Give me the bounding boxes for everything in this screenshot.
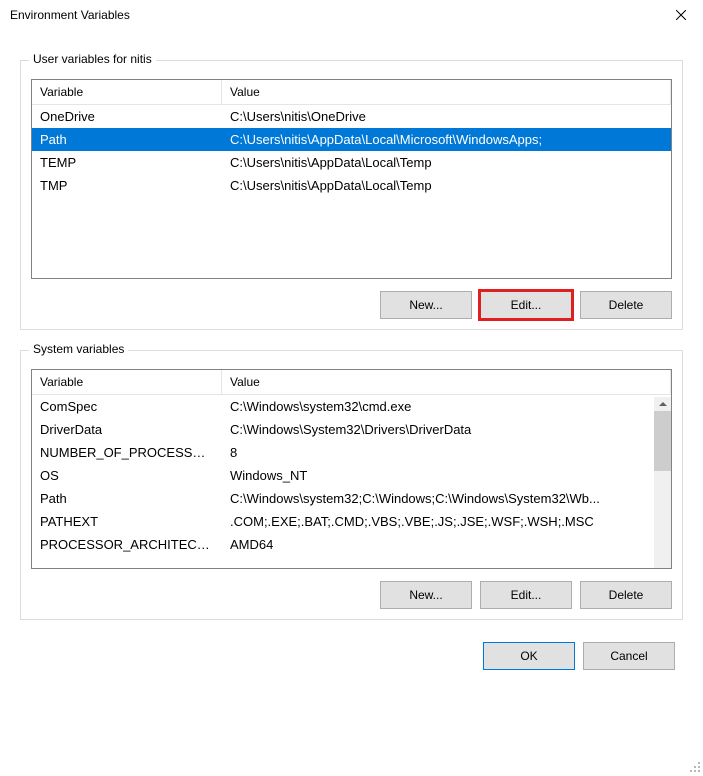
scrollbar[interactable] — [654, 397, 671, 568]
table-row[interactable]: OS Windows_NT — [32, 464, 671, 487]
cell-variable: OneDrive — [32, 108, 222, 125]
cell-value: C:\Users\nitis\AppData\Local\Temp — [222, 177, 671, 194]
cell-value: C:\Windows\system32\cmd.exe — [222, 398, 671, 415]
column-header-value[interactable]: Value — [222, 80, 671, 104]
cell-variable: NUMBER_OF_PROCESSORS — [32, 444, 222, 461]
cancel-button[interactable]: Cancel — [583, 642, 675, 670]
cell-value: Windows_NT — [222, 467, 671, 484]
system-variables-list[interactable]: Variable Value ComSpec C:\Windows\system… — [31, 369, 672, 569]
system-variables-group: System variables Variable Value ComSpec … — [20, 350, 683, 620]
cell-value: C:\Users\nitis\AppData\Local\Microsoft\W… — [222, 131, 671, 148]
column-header-value[interactable]: Value — [222, 370, 671, 394]
list-header: Variable Value — [32, 80, 671, 105]
cell-value: C:\Windows\system32;C:\Windows;C:\Window… — [222, 490, 671, 507]
cell-variable: DriverData — [32, 421, 222, 438]
cell-variable: TMP — [32, 177, 222, 194]
scroll-thumb[interactable] — [654, 411, 671, 471]
table-row[interactable]: PROCESSOR_ARCHITECTU... AMD64 — [32, 533, 671, 556]
user-variables-label: User variables for nitis — [29, 52, 156, 66]
cell-variable: PROCESSOR_ARCHITECTU... — [32, 536, 222, 553]
ok-button[interactable]: OK — [483, 642, 575, 670]
column-header-variable[interactable]: Variable — [32, 370, 222, 394]
cell-value: AMD64 — [222, 536, 671, 553]
table-row[interactable]: Path C:\Users\nitis\AppData\Local\Micros… — [32, 128, 671, 151]
system-delete-button[interactable]: Delete — [580, 581, 672, 609]
cell-value: 8 — [222, 444, 671, 461]
cell-variable: ComSpec — [32, 398, 222, 415]
table-row[interactable]: TMP C:\Users\nitis\AppData\Local\Temp — [32, 174, 671, 197]
cell-variable: Path — [32, 490, 222, 507]
user-edit-button[interactable]: Edit... — [480, 291, 572, 319]
table-row[interactable]: TEMP C:\Users\nitis\AppData\Local\Temp — [32, 151, 671, 174]
system-edit-button[interactable]: Edit... — [480, 581, 572, 609]
table-row[interactable]: OneDrive C:\Users\nitis\OneDrive — [32, 105, 671, 128]
table-row[interactable]: DriverData C:\Windows\System32\Drivers\D… — [32, 418, 671, 441]
system-variables-label: System variables — [29, 342, 128, 356]
table-row[interactable]: Path C:\Windows\system32;C:\Windows;C:\W… — [32, 487, 671, 510]
table-row[interactable]: PATHEXT .COM;.EXE;.BAT;.CMD;.VBS;.VBE;.J… — [32, 510, 671, 533]
system-new-button[interactable]: New... — [380, 581, 472, 609]
close-icon — [676, 10, 686, 20]
resize-grip-icon[interactable] — [687, 759, 701, 773]
cell-variable: PATHEXT — [32, 513, 222, 530]
cell-value: .COM;.EXE;.BAT;.CMD;.VBS;.VBE;.JS;.JSE;.… — [222, 513, 671, 530]
list-header: Variable Value — [32, 370, 671, 395]
close-button[interactable] — [658, 0, 703, 30]
titlebar: Environment Variables — [0, 0, 703, 30]
table-row[interactable]: NUMBER_OF_PROCESSORS 8 — [32, 441, 671, 464]
cell-variable: Path — [32, 131, 222, 148]
cell-value: C:\Users\nitis\AppData\Local\Temp — [222, 154, 671, 171]
user-variables-list[interactable]: Variable Value OneDrive C:\Users\nitis\O… — [31, 79, 672, 279]
scroll-up-icon[interactable] — [654, 397, 671, 411]
cell-value: C:\Windows\System32\Drivers\DriverData — [222, 421, 671, 438]
cell-value: C:\Users\nitis\OneDrive — [222, 108, 671, 125]
user-new-button[interactable]: New... — [380, 291, 472, 319]
user-variables-group: User variables for nitis Variable Value … — [20, 60, 683, 330]
cell-variable: TEMP — [32, 154, 222, 171]
column-header-variable[interactable]: Variable — [32, 80, 222, 104]
user-delete-button[interactable]: Delete — [580, 291, 672, 319]
cell-variable: OS — [32, 467, 222, 484]
window-title: Environment Variables — [10, 8, 130, 22]
table-row[interactable]: ComSpec C:\Windows\system32\cmd.exe — [32, 395, 671, 418]
